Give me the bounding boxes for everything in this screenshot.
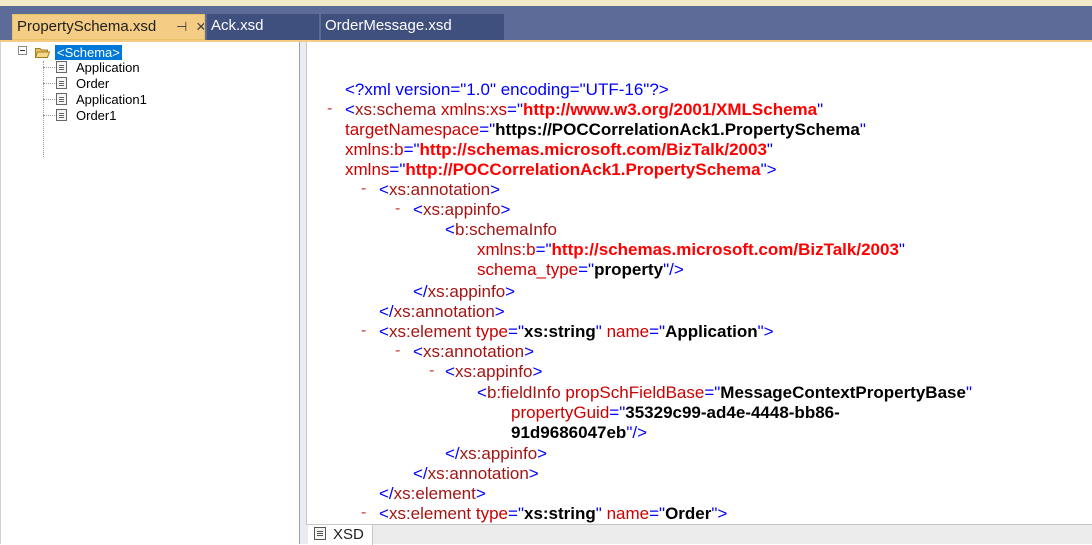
collapse-toggle[interactable]: -: [327, 100, 332, 118]
pin-icon[interactable]: ⊣: [176, 15, 187, 39]
xml-element-order: <xs:element type="xs:string" name="Order…: [379, 504, 728, 523]
xml-schemainfo: <b:schemaInfo: [445, 220, 557, 239]
document-tab-bar: PropertySchema.xsd ⊣ × Ack.xsd OrderMess…: [0, 6, 1092, 40]
tree-root-label[interactable]: <Schema>: [55, 45, 122, 60]
element-icon: [56, 61, 67, 73]
xml-attr-propertyguid-cont: 91d9686047eb"/>: [511, 423, 648, 442]
xml-element-close: </xs:element>: [379, 484, 486, 503]
xml-annotation-close-2: </xs:annotation>: [413, 464, 539, 483]
tab-label: Ack.xsd: [211, 17, 264, 34]
collapse-toggle[interactable]: -: [361, 180, 366, 198]
element-icon: [56, 93, 67, 105]
element-icon: [56, 77, 67, 89]
xml-declaration: <?xml version="1.0" encoding="UTF-16"?>: [345, 80, 669, 99]
xml-annotation-close: </xs:annotation>: [379, 302, 505, 321]
xml-appinfo-open: <xs:appinfo>: [413, 200, 511, 219]
xml-attr-schema-type: schema_type="property"/>: [477, 260, 684, 279]
tab-ack[interactable]: Ack.xsd: [207, 14, 319, 40]
schema-tree-pane: <Schema> Application Order Application1 …: [0, 42, 300, 544]
close-icon[interactable]: ×: [196, 15, 204, 39]
xml-fieldinfo: <b:fieldInfo propSchFieldBase="MessageCo…: [477, 383, 972, 402]
tab-label: PropertySchema.xsd: [17, 18, 157, 35]
tab-xsd-view[interactable]: XSD: [308, 525, 373, 545]
xml-element-application: <xs:element type="xs:string" name="Appli…: [379, 322, 774, 341]
xml-annotation-open: <xs:annotation>: [379, 180, 501, 199]
xml-appinfo-close-2: </xs:appinfo>: [445, 444, 548, 463]
tab-label: XSD: [333, 526, 364, 543]
xml-attr-xmlns: xmlns="http://POCCorrelationAck1.Propert…: [345, 160, 777, 179]
xsd-document-icon: [314, 527, 326, 540]
element-icon: [56, 109, 67, 121]
tab-label: OrderMessage.xsd: [325, 17, 452, 34]
xml-attr-xmlns-b: xmlns:b="http://schemas.microsoft.com/Bi…: [345, 140, 773, 159]
xml-attr-targetnamespace: targetNamespace="https://POCCorrelationA…: [345, 120, 866, 139]
collapse-toggle[interactable]: -: [361, 322, 366, 340]
collapse-toggle[interactable]: -: [361, 504, 366, 522]
xml-attr-xmlns-b-2: xmlns:b="http://schemas.microsoft.com/Bi…: [477, 240, 905, 259]
view-tab-bar: XSD: [306, 524, 1092, 545]
xml-attr-propertyguid: propertyGuid="35329c99-ad4e-4448-bb86-: [511, 403, 840, 422]
tree-connector: [43, 61, 44, 157]
collapse-toggle[interactable]: -: [429, 362, 434, 380]
tree-item-label: Application1: [76, 92, 147, 107]
xml-appinfo-open-2: <xs:appinfo>: [445, 362, 543, 381]
xml-schema-open: <xs:schema xmlns:xs="http://www.w3.org/2…: [345, 100, 824, 119]
tab-propertyschema[interactable]: PropertySchema.xsd ⊣ ×: [12, 14, 205, 40]
xml-view: <?xml version="1.0" encoding="UTF-16"?> …: [306, 42, 1092, 524]
xml-annotation-open-2: <xs:annotation>: [413, 342, 535, 361]
collapse-toggle[interactable]: -: [395, 342, 400, 360]
open-folder-icon: [35, 48, 50, 58]
xml-appinfo-close: </xs:appinfo>: [413, 282, 516, 301]
collapse-toggle[interactable]: -: [395, 200, 400, 218]
tree-item-label: Order: [76, 76, 110, 91]
collapse-icon[interactable]: [18, 46, 27, 55]
tab-ordermessage[interactable]: OrderMessage.xsd: [321, 14, 504, 40]
tree-item-label: Order1: [76, 108, 117, 123]
tree-item-label: Application: [76, 60, 140, 75]
